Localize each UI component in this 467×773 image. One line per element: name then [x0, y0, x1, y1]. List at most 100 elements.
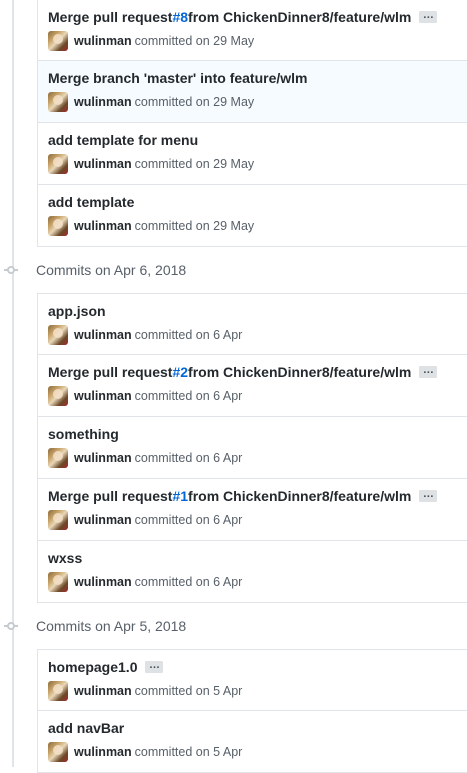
commit-title[interactable]: app.json [48, 302, 106, 320]
commit-meta: wulinman committed on 29 May [48, 216, 467, 236]
avatar[interactable] [48, 325, 68, 345]
commit-message[interactable]: app.json [48, 302, 467, 320]
commit-item: add navBar wulinman committed on 5 Apr [38, 710, 467, 772]
author-link[interactable]: wulinman [74, 389, 132, 403]
commit-group-header: Commits on Apr 5, 2018 [0, 603, 467, 649]
commit-message[interactable]: wxss [48, 549, 467, 567]
commit-item: Merge pull request #8 from ChickenDinner… [38, 0, 467, 60]
expand-message-button[interactable]: … [419, 10, 438, 23]
commit-message[interactable]: Merge pull request #1 from ChickenDinner… [48, 487, 467, 505]
avatar[interactable] [48, 510, 68, 530]
avatar[interactable] [48, 154, 68, 174]
commit-title-rest[interactable]: from ChickenDinner8/feature/wlm [188, 8, 411, 26]
author-link[interactable]: wulinman [74, 745, 132, 759]
commit-title[interactable]: homepage1.0 [48, 658, 137, 676]
commit-title[interactable]: Merge pull request [48, 8, 172, 26]
commit-item: wxss wulinman committed on 6 Apr [38, 540, 467, 602]
commit-date: committed on 6 Apr [134, 575, 243, 589]
commit-date: committed on 6 Apr [134, 513, 243, 527]
commit-item: Merge pull request #2 from ChickenDinner… [38, 354, 467, 416]
commit-item: add template for menu wulinman committed… [38, 122, 467, 184]
avatar[interactable] [48, 572, 68, 592]
commit-date: committed on 6 Apr [134, 328, 243, 342]
commit-meta: wulinman committed on 5 Apr [48, 681, 467, 701]
commit-group: Commits on Apr 5, 2018 homepage1.0 … wul… [0, 603, 467, 773]
commit-list: Merge pull request #8 from ChickenDinner… [37, 0, 467, 247]
commit-date: committed on 29 May [134, 34, 255, 48]
commit-title[interactable]: add navBar [48, 719, 124, 737]
commit-title[interactable]: Merge branch 'master' into feature/wlm [48, 69, 308, 87]
author-link[interactable]: wulinman [74, 157, 132, 171]
issue-link[interactable]: #1 [172, 487, 188, 505]
expand-message-button[interactable]: … [145, 660, 164, 673]
author-link[interactable]: wulinman [74, 451, 132, 465]
author-link[interactable]: wulinman [74, 219, 132, 233]
author-link[interactable]: wulinman [74, 513, 132, 527]
commit-message[interactable]: Merge branch 'master' into feature/wlm [48, 69, 467, 87]
commit-message[interactable]: Merge pull request #2 from ChickenDinner… [48, 363, 467, 381]
commit-meta: wulinman committed on 29 May [48, 154, 467, 174]
commit-meta: wulinman committed on 5 Apr [48, 742, 467, 762]
commit-history: Merge pull request #8 from ChickenDinner… [0, 0, 467, 773]
commit-item: something wulinman committed on 6 Apr [38, 416, 467, 478]
issue-link[interactable]: #2 [172, 363, 188, 381]
author-link[interactable]: wulinman [74, 328, 132, 342]
avatar[interactable] [48, 448, 68, 468]
commit-meta: wulinman committed on 29 May [48, 92, 467, 112]
commit-date: committed on 29 May [134, 219, 255, 233]
avatar[interactable] [48, 216, 68, 236]
commit-title-rest[interactable]: from ChickenDinner8/feature/wlm [188, 487, 411, 505]
expand-message-button[interactable]: … [419, 365, 438, 378]
issue-link[interactable]: #8 [172, 8, 188, 26]
commit-group-date: Commits on Apr 5, 2018 [36, 618, 187, 634]
commit-group: Commits on Apr 6, 2018 app.json wulinman… [0, 247, 467, 603]
avatar[interactable] [48, 31, 68, 51]
commit-group: Merge pull request #8 from ChickenDinner… [0, 0, 467, 247]
avatar[interactable] [48, 92, 68, 112]
commit-group-date: Commits on Apr 6, 2018 [36, 262, 187, 278]
commit-item: app.json wulinman committed on 6 Apr [38, 294, 467, 354]
commit-meta: wulinman committed on 6 Apr [48, 510, 467, 530]
commit-date: committed on 6 Apr [134, 451, 243, 465]
commit-meta: wulinman committed on 6 Apr [48, 448, 467, 468]
commit-message[interactable]: add navBar [48, 719, 467, 737]
commit-date: committed on 29 May [134, 95, 255, 109]
commit-meta: wulinman committed on 6 Apr [48, 386, 467, 406]
commit-title[interactable]: Merge pull request [48, 487, 172, 505]
commit-node-icon [4, 265, 18, 275]
author-link[interactable]: wulinman [74, 575, 132, 589]
commit-group-header: Commits on Apr 6, 2018 [0, 247, 467, 293]
commit-title-rest[interactable]: from ChickenDinner8/feature/wlm [188, 363, 411, 381]
commit-item: Merge pull request #1 from ChickenDinner… [38, 478, 467, 540]
commit-date: committed on 29 May [134, 157, 255, 171]
commit-item: add template wulinman committed on 29 Ma… [38, 184, 467, 246]
commit-list: app.json wulinman committed on 6 Apr Mer… [37, 293, 467, 603]
commit-date: committed on 6 Apr [134, 389, 243, 403]
expand-message-button[interactable]: … [419, 489, 438, 502]
commit-message[interactable]: Merge pull request #8 from ChickenDinner… [48, 8, 467, 26]
commit-message[interactable]: something [48, 425, 467, 443]
commit-date: committed on 5 Apr [134, 684, 243, 698]
commit-item: Merge branch 'master' into feature/wlm w… [38, 60, 467, 122]
avatar[interactable] [48, 386, 68, 406]
commit-date: committed on 5 Apr [134, 745, 243, 759]
commit-item: homepage1.0 … wulinman committed on 5 Ap… [38, 650, 467, 710]
commit-meta: wulinman committed on 6 Apr [48, 325, 467, 345]
commit-message[interactable]: add template for menu [48, 131, 467, 149]
author-link[interactable]: wulinman [74, 95, 132, 109]
author-link[interactable]: wulinman [74, 684, 132, 698]
avatar[interactable] [48, 742, 68, 762]
author-link[interactable]: wulinman [74, 34, 132, 48]
avatar[interactable] [48, 681, 68, 701]
commit-message[interactable]: homepage1.0 … [48, 658, 467, 676]
commit-node-icon [4, 621, 18, 631]
commit-title[interactable]: something [48, 425, 119, 443]
commit-message[interactable]: add template [48, 193, 467, 211]
commit-list: homepage1.0 … wulinman committed on 5 Ap… [37, 649, 467, 773]
commit-title[interactable]: wxss [48, 549, 82, 567]
commit-title[interactable]: Merge pull request [48, 363, 172, 381]
commit-title[interactable]: add template [48, 193, 134, 211]
commit-meta: wulinman committed on 29 May [48, 31, 467, 51]
commit-title[interactable]: add template for menu [48, 131, 198, 149]
commit-meta: wulinman committed on 6 Apr [48, 572, 467, 592]
